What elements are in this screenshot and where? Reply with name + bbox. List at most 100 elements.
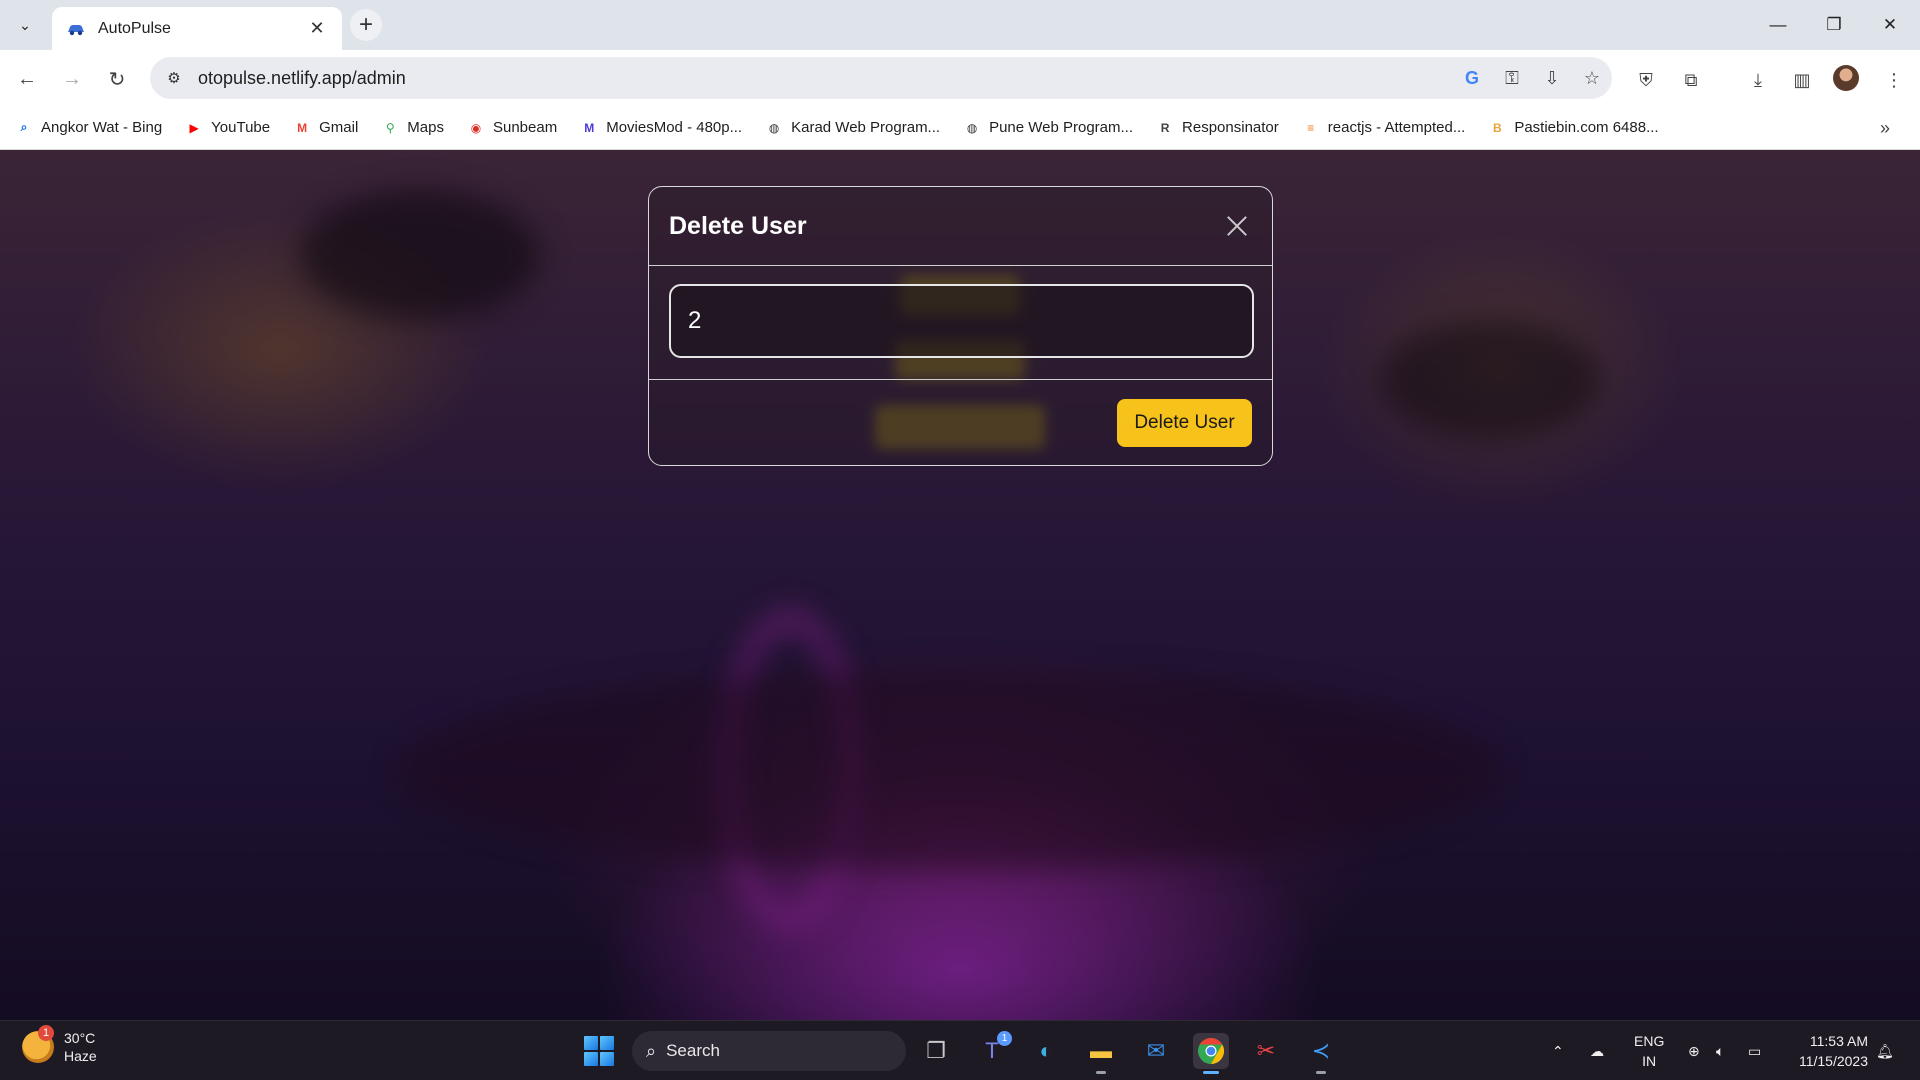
bookmark-label: Gmail (319, 119, 359, 136)
bookmark-label: reactjs - Attempted... (1327, 119, 1466, 136)
browser-toolbar: ← → ↻ ⚙ otopulse.netlify.app/admin G ⚿ ⇩… (0, 50, 1920, 106)
restore-window-button[interactable]: ❐ (1806, 0, 1862, 50)
bookmark-item[interactable]: ⌕ Angkor Wat - Bing (16, 119, 163, 136)
lang-primary: ENG (1634, 1033, 1665, 1049)
moviesmod-icon: M (584, 120, 595, 135)
shield-extension-icon[interactable]: ⛨ (1632, 66, 1660, 94)
bookmark-label: Karad Web Program... (791, 119, 941, 136)
side-panel-icon[interactable]: ▥ (1788, 66, 1816, 94)
bookmark-item[interactable]: ◉ Sunbeam (468, 119, 557, 136)
teams-icon[interactable]: T 1 (974, 1031, 1012, 1069)
user-id-input[interactable] (669, 284, 1254, 358)
bookmark-label: Pune Web Program... (989, 119, 1134, 136)
delete-user-button[interactable]: Delete User (1117, 399, 1252, 447)
tab-title: AutoPulse (98, 19, 171, 37)
volume-icon[interactable]: 🔈︎ (1716, 1021, 1724, 1080)
tab-close-icon[interactable]: ✕ (306, 18, 328, 39)
modal-body (649, 266, 1272, 380)
bookmarks-overflow-chevron-icon[interactable]: » (1880, 118, 1890, 139)
show-hidden-icons-chevron-icon[interactable]: ⌃ (1552, 1021, 1564, 1080)
install-app-icon[interactable]: ⇩ (1532, 68, 1572, 89)
snipping-tool-icon[interactable]: ✂ (1248, 1033, 1284, 1069)
modal-header: Delete User (649, 187, 1272, 266)
weather-temp: 30°C (64, 1030, 96, 1046)
weather-badge: 1 (38, 1025, 54, 1041)
weather-condition: Haze (64, 1048, 97, 1064)
minimize-window-button[interactable]: — (1750, 0, 1806, 50)
globe-icon: ◍ (768, 120, 780, 135)
bookmark-label: Responsinator (1182, 119, 1279, 136)
bookmark-item[interactable]: ◍ Karad Web Program... (766, 119, 940, 136)
backdrop-palm-shape (300, 190, 540, 320)
downloads-icon[interactable]: ⤓ (1744, 66, 1772, 94)
task-view-icon[interactable]: ❐ (918, 1033, 954, 1069)
profile-avatar[interactable] (1833, 65, 1859, 91)
gmail-icon: M (297, 120, 308, 135)
site-info-icon[interactable]: ⚙ (154, 58, 194, 98)
windows-start-icon[interactable] (584, 1036, 614, 1066)
chrome-logo-icon (1198, 1037, 1225, 1065)
close-window-button[interactable]: ✕ (1862, 0, 1918, 50)
backdrop-car-shape (400, 670, 1500, 870)
maps-pin-icon: ⚲ (385, 120, 395, 135)
chrome-icon[interactable] (1193, 1033, 1229, 1074)
new-tab-button[interactable]: + (350, 9, 382, 41)
stackoverflow-icon: ≡ (1307, 120, 1315, 135)
bookmark-label: Sunbeam (492, 119, 558, 136)
clock-date: 11/15/2023 (1798, 1053, 1868, 1069)
weather-sun-haze-icon: 1 (22, 1025, 54, 1063)
search-icon: ⌕ (20, 120, 28, 134)
bookmark-item[interactable]: B Pastiebin.com 6488... (1489, 119, 1659, 136)
bookmark-item[interactable]: M Gmail (294, 119, 358, 136)
bookmark-item[interactable]: ▶ YouTube (186, 119, 271, 136)
address-bar[interactable]: ⚙ otopulse.netlify.app/admin G ⚿ ⇩ ☆ (150, 57, 1612, 99)
menu-kebab-icon[interactable]: ⋮ (1880, 66, 1908, 94)
lang-region: IN (1642, 1053, 1657, 1069)
onedrive-offline-icon[interactable]: ☁ (1590, 1021, 1604, 1080)
bookmark-label: Angkor Wat - Bing (41, 119, 163, 136)
backdrop-palm-shape (1380, 320, 1600, 440)
notification-bell-icon[interactable]: 🔔︎ (1876, 1021, 1894, 1080)
forward-arrow-icon[interactable]: → (57, 64, 87, 94)
modal-footer: Delete User (649, 380, 1272, 466)
vscode-icon[interactable]: ≺ (1303, 1033, 1339, 1074)
browser-tab-active[interactable]: AutoPulse ✕ (52, 7, 342, 50)
taskbar-search[interactable]: ⌕ Search (632, 1031, 906, 1071)
bookmarks-bar: ⌕ Angkor Wat - Bing ▶ YouTube M Gmail ⚲ Maps ◉ Su… (0, 106, 1920, 150)
mail-icon[interactable]: ✉ (1138, 1033, 1174, 1069)
bookmark-label: Pastiebin.com 6488... (1514, 119, 1659, 136)
url-text[interactable]: otopulse.netlify.app/admin (198, 68, 1452, 89)
network-globe-icon[interactable]: ⊕ (1688, 1021, 1700, 1080)
sunbeam-icon: ◉ (470, 120, 482, 135)
car-favicon-icon (68, 24, 84, 35)
file-explorer-icon[interactable]: ▬ (1083, 1033, 1119, 1074)
youtube-icon: ▶ (189, 120, 199, 135)
bookmark-star-icon[interactable]: ☆ (1572, 68, 1612, 89)
google-lens-icon[interactable]: G (1452, 68, 1492, 89)
modal-title: Delete User (669, 211, 807, 240)
search-placeholder: Search (666, 1041, 720, 1060)
weather-widget[interactable]: 1 30°C Haze (22, 1025, 97, 1065)
delete-user-modal: Delete User Delete User (648, 186, 1273, 466)
bookmark-item[interactable]: ⚲ Maps (382, 119, 444, 136)
reload-icon[interactable]: ↻ (102, 64, 132, 94)
battery-icon[interactable]: ▭ (1748, 1021, 1761, 1080)
bookmark-item[interactable]: ≡ reactjs - Attempted... (1303, 119, 1466, 136)
windows-taskbar: 1 30°C Haze ⌕ Search ❐ T 1 ◐ ▬ ✉ ✂ ≺ ⌃ ☁… (0, 1020, 1920, 1080)
input-language-indicator[interactable]: ENG IN (1634, 1031, 1664, 1071)
close-icon[interactable] (1222, 211, 1252, 241)
teams-badge: 1 (997, 1031, 1012, 1046)
pastebin-icon: B (1492, 120, 1502, 135)
bookmark-item[interactable]: R Responsinator (1157, 119, 1279, 136)
bookmark-label: YouTube (211, 119, 271, 136)
responsinator-icon: R (1160, 120, 1170, 135)
bookmark-label: Maps (407, 119, 444, 136)
edge-icon[interactable]: ◐ (1028, 1033, 1064, 1069)
bookmark-item[interactable]: M MoviesMod - 480p... (581, 119, 742, 136)
back-arrow-icon[interactable]: ← (12, 64, 42, 94)
password-key-icon[interactable]: ⚿ (1492, 68, 1532, 89)
system-clock[interactable]: 11:53 AM 11/15/2023 (1799, 1031, 1868, 1071)
extensions-puzzle-icon[interactable]: ⧉ (1677, 66, 1705, 94)
tab-search-chevron-icon[interactable]: ⌄ (12, 12, 38, 38)
bookmark-item[interactable]: ◍ Pune Web Program... (964, 119, 1133, 136)
